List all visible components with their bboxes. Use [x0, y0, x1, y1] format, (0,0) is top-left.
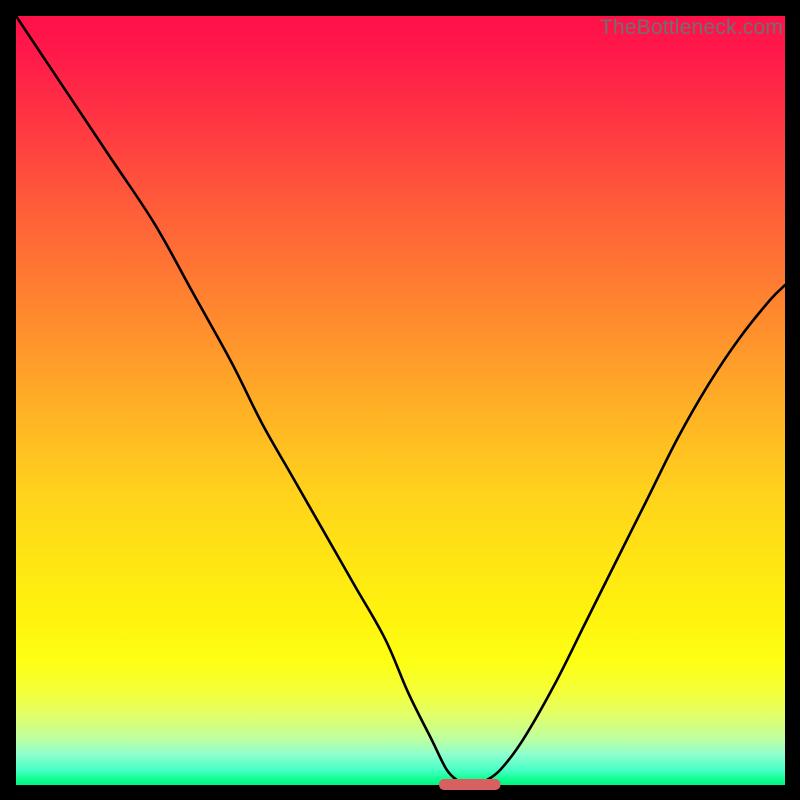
curve-right-branch	[485, 285, 785, 781]
curve-group	[16, 16, 785, 790]
chart-svg	[16, 16, 785, 785]
watermark-text: TheBottleneck.com	[600, 16, 783, 40]
curve-left-branch	[16, 16, 458, 781]
chart-frame: TheBottleneck.com	[16, 16, 785, 785]
minimum-marker	[439, 779, 501, 790]
chart-plot-area: TheBottleneck.com	[16, 16, 785, 785]
